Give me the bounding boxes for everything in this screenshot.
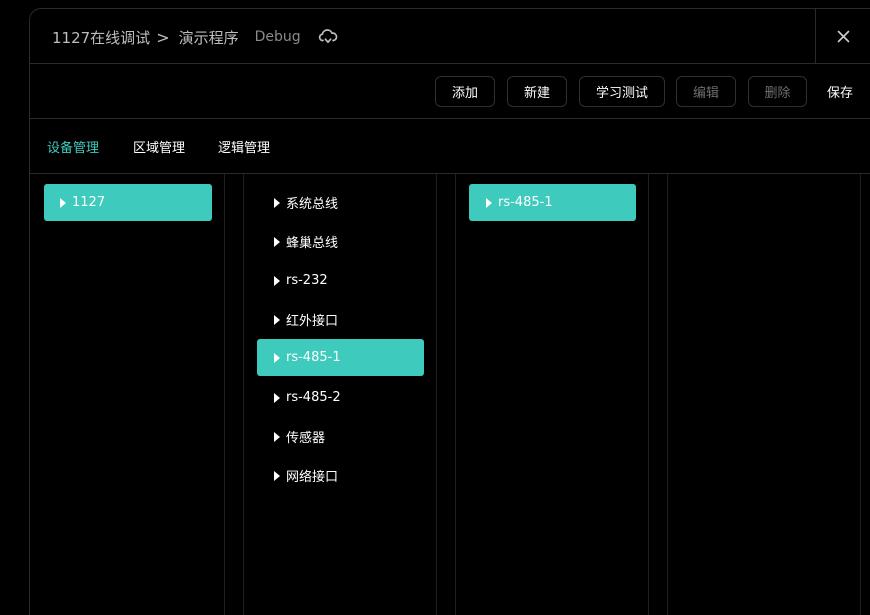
interface-item-sensor[interactable]: 传感器 [257, 418, 424, 455]
caret-right-icon [274, 314, 280, 325]
interface-item-network[interactable]: 网络接口 [257, 457, 424, 494]
tab-logic-management[interactable]: 逻辑管理 [218, 137, 270, 156]
interface-item-rs-485-1[interactable]: rs-485-1 [257, 339, 424, 376]
sub-item-rs-485-1[interactable]: rs-485-1 [469, 184, 636, 221]
caret-right-icon [274, 275, 280, 286]
caret-right-icon [274, 197, 280, 208]
add-button[interactable]: 添加 [435, 76, 495, 107]
delete-button[interactable]: 删除 [748, 76, 807, 107]
close-button[interactable] [815, 9, 870, 64]
device-item-1127[interactable]: 1127 [44, 184, 212, 221]
device-item-label: 1127 [72, 195, 106, 210]
breadcrumb-root[interactable]: 1127在线调试 [52, 27, 150, 48]
learn-test-button[interactable]: 学习测试 [579, 76, 665, 107]
column-divider [648, 174, 649, 615]
interface-item-label: rs-232 [286, 273, 328, 288]
interface-item-rs-232[interactable]: rs-232 [257, 262, 424, 299]
column-divider [455, 174, 456, 615]
column-divider [860, 174, 861, 615]
app-stage: 1127在线调试 > 演示程序 Debug 添加 新建 学习测试 编辑 删除 保… [0, 0, 870, 615]
interface-item-label: 网络接口 [286, 470, 339, 485]
cloud-sync-icon[interactable] [318, 28, 338, 46]
column-divider [667, 174, 668, 615]
interface-item-system-bus[interactable]: 系统总线 [257, 184, 424, 221]
tab-area-management[interactable]: 区域管理 [133, 137, 185, 156]
save-button[interactable]: 保存 [827, 76, 853, 107]
debug-dialog: 1127在线调试 > 演示程序 Debug 添加 新建 学习测试 编辑 删除 保… [29, 8, 870, 615]
caret-right-icon [486, 197, 492, 208]
caret-right-icon [274, 470, 280, 481]
interface-item-label: 红外接口 [286, 314, 339, 329]
interface-item-hive-bus[interactable]: 蜂巢总线 [257, 223, 424, 260]
tab-bar: 设备管理 区域管理 逻辑管理 [30, 119, 870, 174]
tab-device-management[interactable]: 设备管理 [47, 137, 99, 156]
mode-label: Debug [254, 29, 301, 45]
interface-item-label: rs-485-1 [286, 350, 341, 365]
caret-right-icon [274, 431, 280, 442]
interface-item-label: 系统总线 [286, 197, 339, 212]
caret-right-icon [60, 197, 66, 208]
column-divider [224, 174, 225, 615]
action-toolbar: 添加 新建 学习测试 编辑 删除 保存 [30, 64, 870, 119]
column-divider [243, 174, 244, 615]
breadcrumb: 1127在线调试 > 演示程序 Debug [52, 26, 338, 48]
column-divider [436, 174, 437, 615]
caret-right-icon [274, 352, 280, 363]
sub-item-label: rs-485-1 [498, 195, 553, 210]
interface-item-label: rs-485-2 [286, 390, 341, 405]
new-button[interactable]: 新建 [507, 76, 567, 107]
caret-right-icon [274, 392, 280, 403]
close-icon [837, 30, 850, 43]
breadcrumb-current: 演示程序 [178, 28, 239, 47]
breadcrumb-separator: > [156, 27, 170, 47]
dialog-header: 1127在线调试 > 演示程序 Debug [30, 9, 870, 64]
interface-item-label: 蜂巢总线 [286, 236, 339, 251]
caret-right-icon [274, 236, 280, 247]
interface-item-label: 传感器 [286, 431, 326, 446]
interface-item-infrared[interactable]: 红外接口 [257, 301, 424, 338]
edit-button[interactable]: 编辑 [676, 76, 736, 107]
interface-item-rs-485-2[interactable]: rs-485-2 [257, 379, 424, 416]
